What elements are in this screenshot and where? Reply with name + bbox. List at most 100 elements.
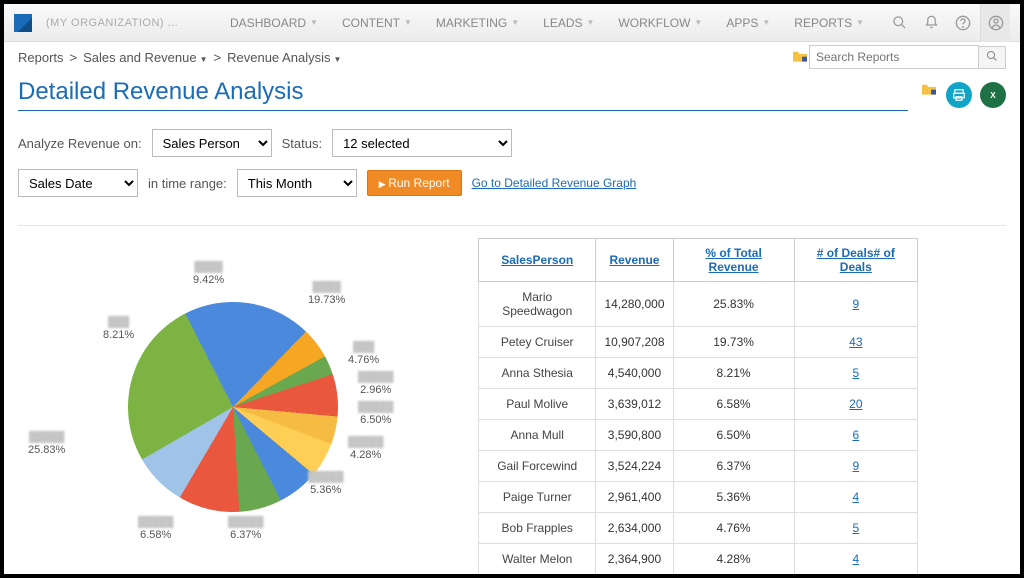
page-title: Detailed Revenue Analysis (18, 78, 908, 111)
cell-salesperson: Nick R. Bocker (479, 575, 596, 578)
cell-deals[interactable]: 4 (794, 544, 917, 575)
chevron-down-icon: ▼ (333, 55, 341, 64)
table-row: Mario Speedwagon14,280,00025.83%9 (479, 282, 918, 327)
search-reports-input[interactable] (809, 45, 979, 69)
date-field-select[interactable]: Sales Date (18, 169, 138, 197)
chevron-down-icon: ▼ (762, 18, 770, 27)
cell-salesperson: Gail Forcewind (479, 451, 596, 482)
cell-deals[interactable]: 6 (794, 420, 917, 451)
cell-pct: 6.58% (673, 389, 794, 420)
cell-deals[interactable]: 5 (794, 513, 917, 544)
table-row: Walter Melon2,364,9004.28%4 (479, 544, 918, 575)
search-icon[interactable] (884, 4, 914, 42)
chevron-down-icon: ▼ (694, 18, 702, 27)
table-row: Bob Frapples2,634,0004.76%5 (479, 513, 918, 544)
cell-revenue: 3,590,800 (596, 420, 673, 451)
cell-pct: 25.83% (673, 282, 794, 327)
breadcrumb-sep: > (70, 50, 78, 65)
content-area: ████19.73% ███4.76% █████2.96% █████6.50… (4, 226, 1020, 578)
cell-revenue: 2,634,000 (596, 513, 673, 544)
folder-save-icon[interactable] (791, 49, 809, 66)
cell-salesperson: Anna Sthesia (479, 358, 596, 389)
analyze-label: Analyze Revenue on: (18, 136, 142, 151)
time-range-select[interactable]: This Month (237, 169, 357, 197)
cell-deals[interactable]: 20 (794, 389, 917, 420)
breadcrumb-mid[interactable]: Sales and Revenue▼ (83, 50, 207, 65)
cell-salesperson: Mario Speedwagon (479, 282, 596, 327)
analyze-on-select[interactable]: Sales Person (152, 129, 272, 157)
cell-revenue: 4,540,000 (596, 358, 673, 389)
bell-icon[interactable] (916, 4, 946, 42)
col-revenue[interactable]: Revenue (596, 239, 673, 282)
user-icon[interactable] (980, 4, 1010, 42)
table-row: Anna Mull3,590,8006.50%6 (479, 420, 918, 451)
cell-revenue: 3,639,012 (596, 389, 673, 420)
pie-label: █████6.58% (138, 517, 173, 542)
cell-revenue: 1,635,000 (596, 575, 673, 578)
breadcrumb-sep: > (214, 50, 222, 65)
cell-salesperson: Walter Melon (479, 544, 596, 575)
top-icon-bar (884, 4, 1010, 42)
time-range-label: in time range: (148, 176, 227, 191)
cell-pct: 2.96% (673, 575, 794, 578)
cell-deals[interactable]: 5 (794, 358, 917, 389)
table-row: Anna Sthesia4,540,0008.21%5 (479, 358, 918, 389)
svg-text:X: X (990, 90, 996, 99)
col-pct[interactable]: % of Total Revenue (673, 239, 794, 282)
cell-deals[interactable]: 9 (794, 282, 917, 327)
excel-export-icon[interactable]: X (980, 82, 1006, 108)
cell-revenue: 2,364,900 (596, 544, 673, 575)
breadcrumb-row: Reports > Sales and Revenue▼ > Revenue A… (4, 42, 1020, 72)
pie-label: █████4.28% (348, 437, 383, 462)
nav-workflow[interactable]: WORKFLOW▼ (608, 4, 712, 42)
breadcrumb-root[interactable]: Reports (18, 50, 64, 65)
col-salesperson[interactable]: SalesPerson (479, 239, 596, 282)
cell-revenue: 10,907,208 (596, 327, 673, 358)
cell-pct: 5.36% (673, 482, 794, 513)
pie-label: █████25.83% (28, 432, 65, 457)
cell-revenue: 14,280,000 (596, 282, 673, 327)
help-icon[interactable] (948, 4, 978, 42)
table-row: Paul Molive3,639,0126.58%20 (479, 389, 918, 420)
cell-salesperson: Anna Mull (479, 420, 596, 451)
chevron-down-icon: ▼ (404, 18, 412, 27)
cell-pct: 6.50% (673, 420, 794, 451)
org-name[interactable]: (MY ORGANIZATION) ... (46, 17, 178, 29)
pie-label: █████6.37% (228, 517, 263, 542)
cell-pct: 19.73% (673, 327, 794, 358)
detailed-graph-link[interactable]: Go to Detailed Revenue Graph (472, 176, 637, 190)
nav-dashboard[interactable]: DASHBOARD▼ (220, 4, 328, 42)
cell-salesperson: Bob Frapples (479, 513, 596, 544)
run-report-button[interactable]: Run Report (367, 170, 462, 196)
top-nav: DASHBOARD▼ CONTENT▼ MARKETING▼ LEADS▼ WO… (220, 4, 874, 42)
pie-chart-panel: ████19.73% ███4.76% █████2.96% █████6.50… (18, 238, 458, 578)
folder-save-icon[interactable] (920, 82, 938, 108)
col-deals[interactable]: # of Deals# of Deals (794, 239, 917, 282)
top-bar: (MY ORGANIZATION) ... DASHBOARD▼ CONTENT… (4, 4, 1020, 42)
filters-panel: Analyze Revenue on: Sales Person Status:… (4, 115, 1020, 219)
cell-pct: 4.76% (673, 513, 794, 544)
nav-content[interactable]: CONTENT▼ (332, 4, 422, 42)
nav-leads[interactable]: LEADS▼ (533, 4, 604, 42)
pie-label: █████6.50% (358, 402, 393, 427)
search-reports-button[interactable] (978, 46, 1006, 69)
pie-chart (128, 302, 338, 512)
cell-deals[interactable]: 4 (794, 482, 917, 513)
cell-revenue: 2,961,400 (596, 482, 673, 513)
table-row: Petey Cruiser10,907,20819.73%43 (479, 327, 918, 358)
cell-revenue: 3,524,224 (596, 451, 673, 482)
nav-reports[interactable]: REPORTS▼ (784, 4, 874, 42)
cell-deals[interactable]: 9 (794, 451, 917, 482)
app-logo-icon (14, 14, 32, 32)
nav-apps[interactable]: APPS▼ (716, 4, 780, 42)
breadcrumb-leaf[interactable]: Revenue Analysis▼ (227, 50, 341, 65)
cell-pct: 6.37% (673, 451, 794, 482)
print-icon[interactable] (946, 82, 972, 108)
status-select[interactable]: 12 selected (332, 129, 512, 157)
table-row: Nick R. Bocker1,635,0002.96%14 (479, 575, 918, 578)
cell-deals[interactable]: 14 (794, 575, 917, 578)
nav-marketing[interactable]: MARKETING▼ (426, 4, 529, 42)
cell-deals[interactable]: 43 (794, 327, 917, 358)
cell-salesperson: Petey Cruiser (479, 327, 596, 358)
pie-label: ████9.42% (193, 262, 224, 287)
